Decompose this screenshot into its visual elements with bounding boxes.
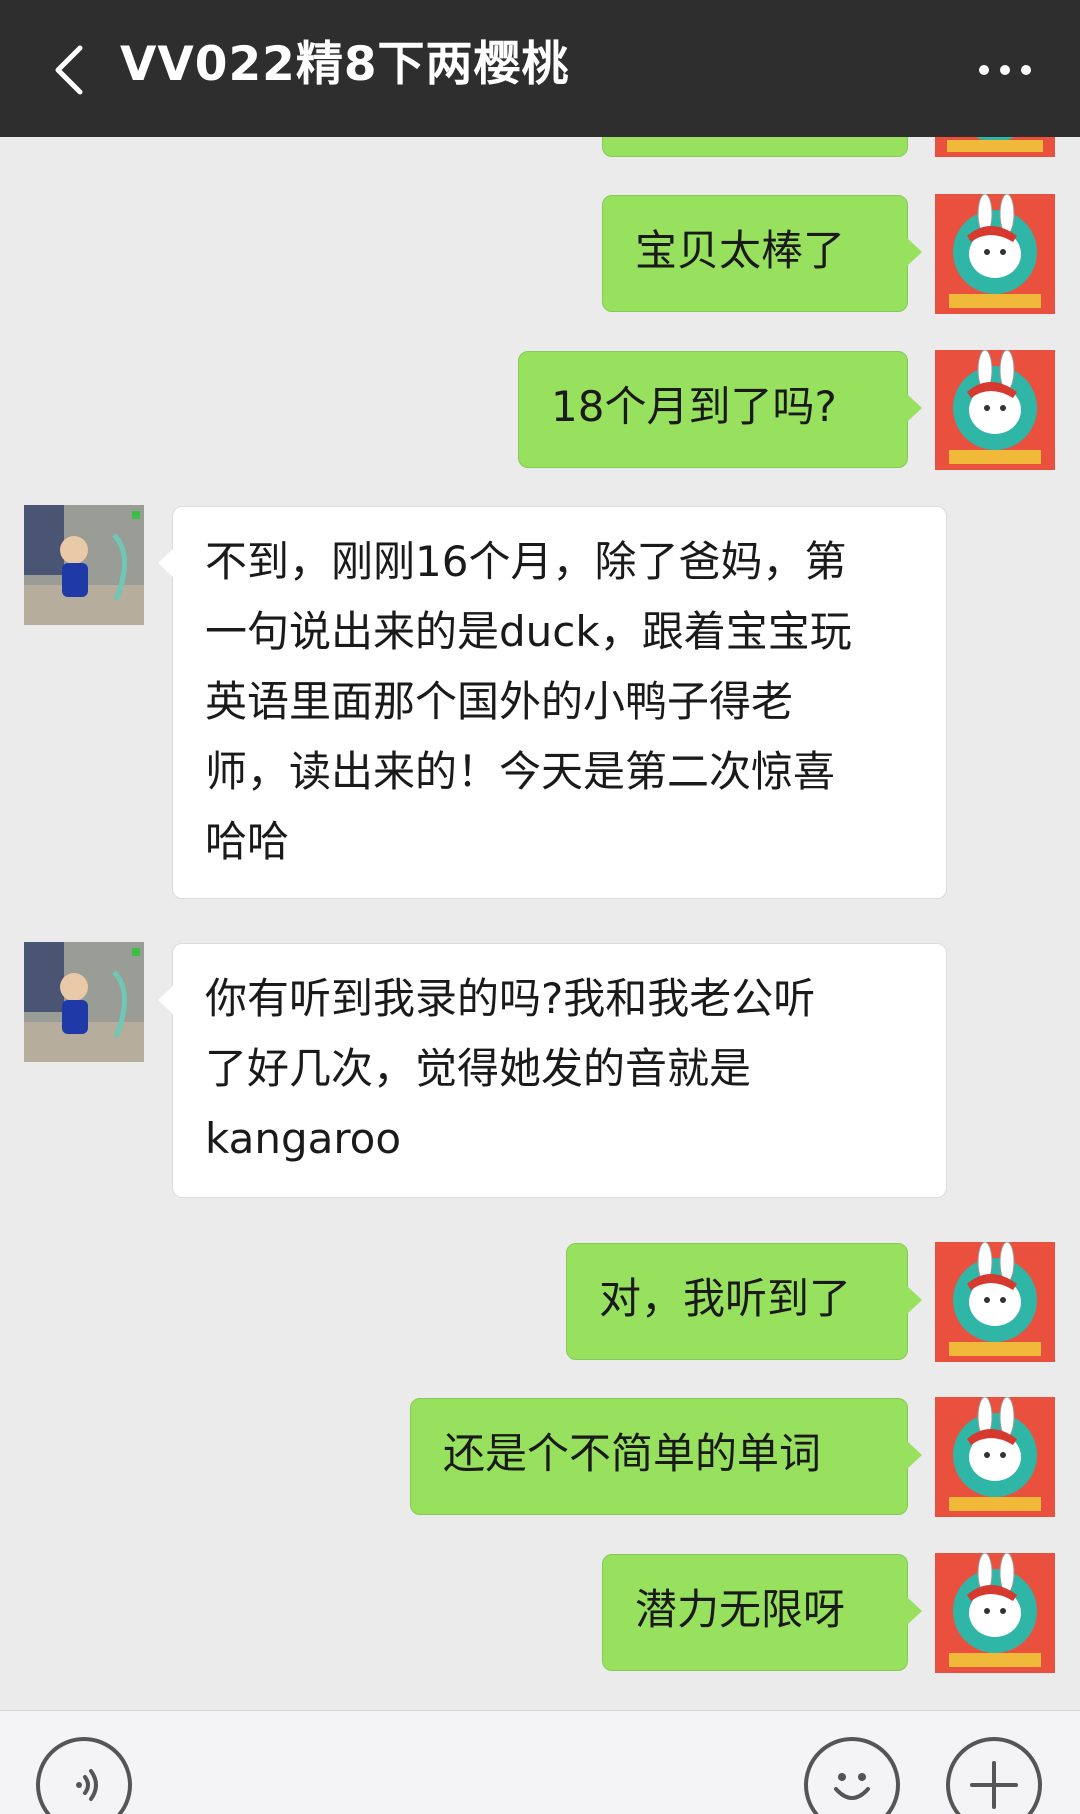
contact-avatar[interactable] <box>24 942 144 1062</box>
message-bubble-sent[interactable]: 18个月到了吗? <box>518 351 922 468</box>
self-avatar[interactable] <box>935 137 1055 157</box>
chevron-left-icon <box>55 45 83 95</box>
message-bubble-sent[interactable]: 宝贝太棒了 <box>602 195 922 312</box>
self-avatar[interactable] <box>935 1242 1055 1362</box>
rabbit-avatar-icon <box>935 137 1055 157</box>
self-avatar[interactable] <box>935 1397 1055 1517</box>
voice-icon <box>76 1769 98 1801</box>
input-toolbar <box>0 1710 1080 1814</box>
rabbit-avatar-icon <box>935 350 1055 470</box>
message-list[interactable]: 宝贝太棒了 18个月到了吗? 不到，刚刚16个月，除了爸妈，第 一句说出来的是d… <box>0 137 1080 1710</box>
rabbit-avatar-icon <box>935 194 1055 314</box>
more-dots-icon <box>979 65 989 75</box>
emoji-button[interactable] <box>804 1737 900 1814</box>
message-text: 潜力无限呀 <box>635 1585 846 1634</box>
self-avatar[interactable] <box>935 1553 1055 1673</box>
add-button[interactable] <box>946 1737 1042 1814</box>
voice-button[interactable] <box>36 1737 132 1814</box>
message-bubble-received[interactable]: 不到，刚刚16个月，除了爸妈，第 一句说出来的是duck，跟着宝宝玩 英语里面那… <box>158 506 947 899</box>
rabbit-avatar-icon <box>935 1242 1055 1362</box>
message-bubble-sent[interactable] <box>602 137 908 157</box>
rabbit-avatar-icon <box>935 1397 1055 1517</box>
message-bubble-sent[interactable]: 潜力无限呀 <box>602 1554 922 1671</box>
message-text: 宝贝太棒了 <box>635 226 846 275</box>
contact-avatar[interactable] <box>24 505 144 625</box>
self-avatar[interactable] <box>935 194 1055 314</box>
baby-photo-avatar <box>24 505 144 625</box>
message-bubble-received[interactable]: 你有听到我录的吗?我和我老公听 了好几次，觉得她发的音就是 kangaroo <box>158 943 947 1198</box>
more-dot <box>1000 65 1010 75</box>
message-bubble-sent[interactable]: 对，我听到了 <box>566 1243 922 1360</box>
message-text: 18个月到了吗? <box>551 382 837 431</box>
message-bubble-sent[interactable]: 还是个不简单的单词 <box>410 1398 922 1515</box>
plus-icon <box>970 1761 1018 1809</box>
more-dot <box>1021 65 1031 75</box>
chat-title: VV022精8下两樱桃 <box>120 37 570 92</box>
emoji-icon <box>834 1773 870 1800</box>
chat-header: VV022精8下两樱桃 <box>0 0 1080 137</box>
message-text: 还是个不简单的单词 <box>443 1429 822 1478</box>
message-text: 不到，刚刚16个月，除了爸妈，第 一句说出来的是duck，跟着宝宝玩 英语里面那… <box>205 537 852 866</box>
message-text: 你有听到我录的吗?我和我老公听 了好几次，觉得她发的音就是 kangaroo <box>205 974 816 1163</box>
rabbit-avatar-icon <box>935 1553 1055 1673</box>
baby-photo-avatar <box>24 942 144 1062</box>
self-avatar[interactable] <box>935 350 1055 470</box>
more-button[interactable] <box>960 30 1050 110</box>
message-text: 对，我听到了 <box>599 1274 852 1323</box>
back-button[interactable] <box>30 30 110 110</box>
